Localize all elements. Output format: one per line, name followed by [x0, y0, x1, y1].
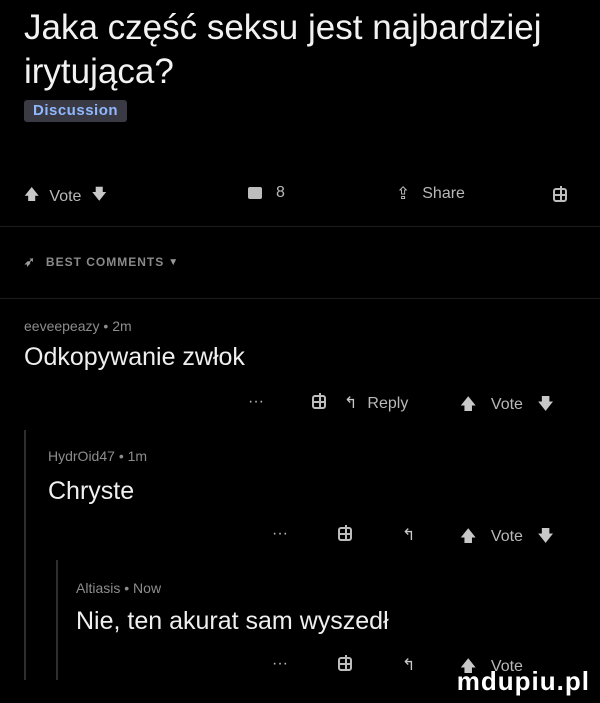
- upvote-icon[interactable]: 🡅: [460, 525, 476, 552]
- comment-author[interactable]: HydrOid47: [48, 448, 115, 464]
- comment-text: Chryste: [48, 477, 135, 505]
- upvote-icon[interactable]: 🡅: [24, 184, 39, 209]
- divider: [0, 298, 600, 299]
- reply-button[interactable]: ↰: [402, 525, 415, 545]
- gift-icon: [553, 186, 567, 202]
- comment-meta: eeveepeazy • 2m: [24, 318, 132, 334]
- chevron-down-icon: ▼: [168, 256, 180, 268]
- vote-label: Vote: [490, 396, 523, 413]
- gift-icon: [338, 655, 352, 671]
- post-comments-button[interactable]: 8: [248, 184, 285, 202]
- more-options-button[interactable]: ···: [272, 525, 288, 543]
- thread-line[interactable]: [56, 560, 58, 680]
- upvote-icon[interactable]: 🡅: [460, 393, 476, 420]
- comment-vote-group: 🡅 Vote 🡇: [460, 525, 554, 552]
- comment-meta: HydrOid47 • 1m: [48, 448, 147, 464]
- downvote-icon[interactable]: 🡇: [91, 184, 106, 209]
- post-share-label: Share: [422, 185, 465, 202]
- reply-icon: ↰: [344, 395, 358, 412]
- comment-text: Odkopywanie zwłok: [24, 343, 245, 371]
- meta-separator: •: [103, 318, 113, 334]
- comment-vote-group: 🡅 Vote 🡇: [460, 393, 554, 420]
- reply-button[interactable]: ↰: [402, 655, 415, 675]
- reply-icon: ↰: [402, 527, 416, 544]
- divider: [0, 226, 600, 227]
- post-vote-label: Vote: [49, 187, 82, 205]
- post-comments-count: 8: [276, 184, 285, 201]
- gift-icon: [338, 525, 352, 541]
- post-flair[interactable]: Discussion: [24, 100, 128, 122]
- reply-button[interactable]: ↰ Reply: [344, 393, 408, 413]
- post-share-button[interactable]: ⇪ Share: [396, 184, 465, 204]
- vote-label: Vote: [490, 528, 523, 545]
- reply-label: Reply: [367, 395, 409, 412]
- comment-author[interactable]: eeveepeazy: [24, 318, 100, 334]
- more-options-button[interactable]: ···: [272, 655, 288, 673]
- comments-sort-label: BEST COMMENTS: [45, 255, 165, 269]
- downvote-icon[interactable]: 🡇: [537, 393, 553, 420]
- comment-meta: Altiasis • Now: [76, 580, 161, 596]
- comment-icon: [248, 187, 262, 199]
- more-options-button[interactable]: ···: [248, 393, 264, 411]
- award-button[interactable]: [338, 525, 352, 546]
- watermark: mdupiu.pl: [456, 666, 590, 696]
- share-icon: ⇪: [396, 184, 411, 203]
- comment-time: Now: [133, 580, 162, 596]
- comment-time: 2m: [112, 318, 132, 334]
- meta-separator: •: [124, 580, 134, 596]
- meta-separator: •: [118, 448, 128, 464]
- downvote-icon[interactable]: 🡇: [537, 525, 553, 552]
- thread-line[interactable]: [24, 430, 26, 680]
- rocket-icon: ➶: [24, 254, 36, 269]
- award-button[interactable]: [338, 655, 352, 676]
- comment-author[interactable]: Altiasis: [76, 580, 120, 596]
- award-button[interactable]: [312, 393, 326, 414]
- gift-icon: [312, 393, 326, 409]
- post-vote-group: 🡅 Vote 🡇: [24, 184, 107, 209]
- comment-text: Nie, ten akurat sam wyszedł: [76, 607, 389, 635]
- post-award-button[interactable]: [553, 186, 567, 207]
- comment-time: 1m: [127, 448, 148, 464]
- comments-sort-dropdown[interactable]: ➶ BEST COMMENTS ▼: [24, 254, 179, 270]
- reply-icon: ↰: [402, 657, 416, 674]
- post-title: Jaka część seksu jest najbardziej irytuj…: [24, 8, 542, 91]
